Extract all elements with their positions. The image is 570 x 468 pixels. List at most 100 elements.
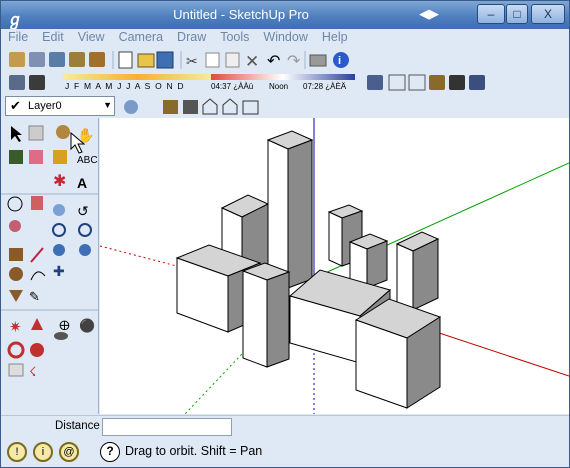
rotate-icon[interactable] [7, 341, 25, 359]
credits-icon[interactable]: i [33, 442, 53, 462]
scale-icon[interactable] [30, 343, 44, 357]
circle-icon[interactable] [9, 267, 23, 281]
footprint-icon[interactable]: ⚫ [79, 318, 95, 333]
section-icon[interactable] [8, 363, 24, 377]
sandbox-icon[interactable]: ☇ [29, 364, 36, 379]
select-arrow-icon[interactable] [11, 126, 22, 142]
position-camera-icon[interactable] [31, 196, 43, 210]
zoom-extents-icon[interactable] [78, 223, 92, 237]
move-icon[interactable]: ✚ [53, 263, 65, 279]
status-hint-text: Drag to orbit. Shift = Pan [125, 444, 263, 458]
paint-bucket-icon[interactable] [89, 52, 105, 67]
follow-me-icon[interactable]: ↺ [77, 203, 89, 219]
zoom-icon[interactable] [52, 223, 66, 237]
look-eye-icon[interactable] [54, 332, 68, 340]
zoom-window-icon[interactable] [53, 204, 65, 216]
styles-icon[interactable] [69, 52, 85, 67]
print-icon[interactable] [309, 54, 327, 67]
minimize-button[interactable]: – [477, 4, 505, 24]
components-icon[interactable] [29, 52, 45, 67]
right-view-icon[interactable] [429, 75, 445, 90]
freehand-icon[interactable]: ✎ [29, 289, 40, 304]
house-front-icon[interactable] [202, 98, 218, 115]
save-icon[interactable] [156, 51, 174, 69]
check-icon: ✔ [10, 98, 21, 113]
tape-measure-icon[interactable]: 🜨 [59, 318, 70, 333]
geo-location-icon[interactable]: ! [7, 442, 27, 462]
top-view-icon[interactable] [388, 74, 406, 91]
svg-text:✚: ✚ [53, 263, 65, 279]
house-back-icon[interactable] [242, 100, 259, 115]
model-info-icon[interactable]: i [333, 52, 349, 68]
previous-view-icon[interactable] [53, 244, 65, 256]
time-slider[interactable] [211, 74, 355, 80]
window-switch-arrows-icon[interactable]: ◀▶ [419, 6, 449, 24]
undo-icon[interactable]: ↶ [267, 53, 280, 70]
rectangle-icon[interactable] [9, 248, 23, 261]
help-icon[interactable]: ? [100, 442, 120, 462]
cursor-arrow-icon [70, 131, 86, 154]
menu-tools[interactable]: Tools [213, 29, 256, 44]
house-right-icon[interactable] [222, 98, 238, 115]
menu-bar: File Edit View Camera Draw Tools Window Help [1, 29, 569, 47]
measurements-bar: Distance [1, 415, 569, 437]
layer-dropdown[interactable]: ✔ Layer0 ▼ [5, 96, 115, 116]
user-icon[interactable]: @ [59, 442, 79, 462]
front-view-icon[interactable] [408, 74, 426, 91]
menu-file[interactable]: File [1, 29, 35, 44]
paste-icon[interactable] [225, 52, 240, 68]
walk-icon[interactable] [7, 196, 23, 212]
shadow-settings-icon[interactable] [9, 75, 25, 90]
look-around-icon[interactable] [9, 220, 21, 232]
month-slider[interactable] [63, 74, 211, 80]
menu-camera[interactable]: Camera [112, 29, 170, 44]
new-icon[interactable] [118, 51, 133, 69]
offset-icon[interactable] [31, 318, 43, 330]
drawing-viewport[interactable] [100, 118, 569, 414]
materials-icon[interactable] [49, 52, 65, 67]
erase-icon[interactable]: ✕ [245, 52, 259, 71]
polygon-icon[interactable] [9, 290, 23, 302]
paint-icon[interactable] [9, 150, 23, 164]
next-view-icon[interactable] [79, 244, 91, 256]
getting-started-icon[interactable] [9, 52, 25, 67]
svg-text:↶: ↶ [267, 53, 280, 70]
layer-manager-icon[interactable] [124, 100, 138, 114]
window-title: Untitled - SketchUp Pro [173, 7, 309, 22]
menu-view[interactable]: View [71, 29, 112, 44]
make-component-icon[interactable] [28, 125, 44, 141]
distance-input[interactable] [102, 418, 232, 436]
axes-icon[interactable]: ✱ [53, 173, 66, 190]
open-icon[interactable] [137, 53, 155, 68]
standard-toolbar: ✂ ✕ ↶ ↷ i [5, 49, 425, 71]
iso-view-icon[interactable] [367, 75, 383, 90]
pencil-icon[interactable] [53, 150, 67, 164]
menu-draw[interactable]: Draw [170, 29, 213, 44]
back-view-icon[interactable] [449, 75, 465, 90]
home-iso-icon[interactable] [163, 100, 178, 114]
3d-text-icon[interactable]: A [77, 175, 87, 191]
svg-text:↷: ↷ [287, 53, 301, 70]
display-shadows-icon[interactable] [29, 75, 45, 90]
orbit-icon[interactable] [56, 125, 70, 139]
eraser-icon[interactable] [29, 150, 43, 164]
text-tool-icon[interactable]: ABC [77, 155, 98, 166]
copy-icon[interactable] [205, 52, 220, 68]
svg-text:✷: ✷ [9, 319, 22, 336]
menu-help[interactable]: Help [315, 29, 355, 44]
menu-window[interactable]: Window [256, 29, 314, 44]
redo-icon[interactable]: ↷ [287, 53, 301, 70]
menu-edit[interactable]: Edit [35, 29, 71, 44]
maximize-button[interactable]: □ [506, 4, 528, 24]
cut-icon[interactable]: ✂ [186, 53, 198, 69]
house-top-icon[interactable] [183, 100, 198, 114]
push-pull-icon[interactable]: ✷ [9, 319, 22, 336]
svg-text:☇: ☇ [29, 364, 36, 379]
svg-text:✎: ✎ [29, 289, 40, 304]
line-icon[interactable] [30, 247, 44, 263]
close-button[interactable]: X [531, 4, 565, 24]
arc-icon[interactable] [30, 271, 46, 281]
left-view-icon[interactable] [469, 75, 485, 90]
time-start-label: 04:37 ¿ÀÀü [211, 82, 254, 91]
box-front-right [354, 298, 442, 409]
